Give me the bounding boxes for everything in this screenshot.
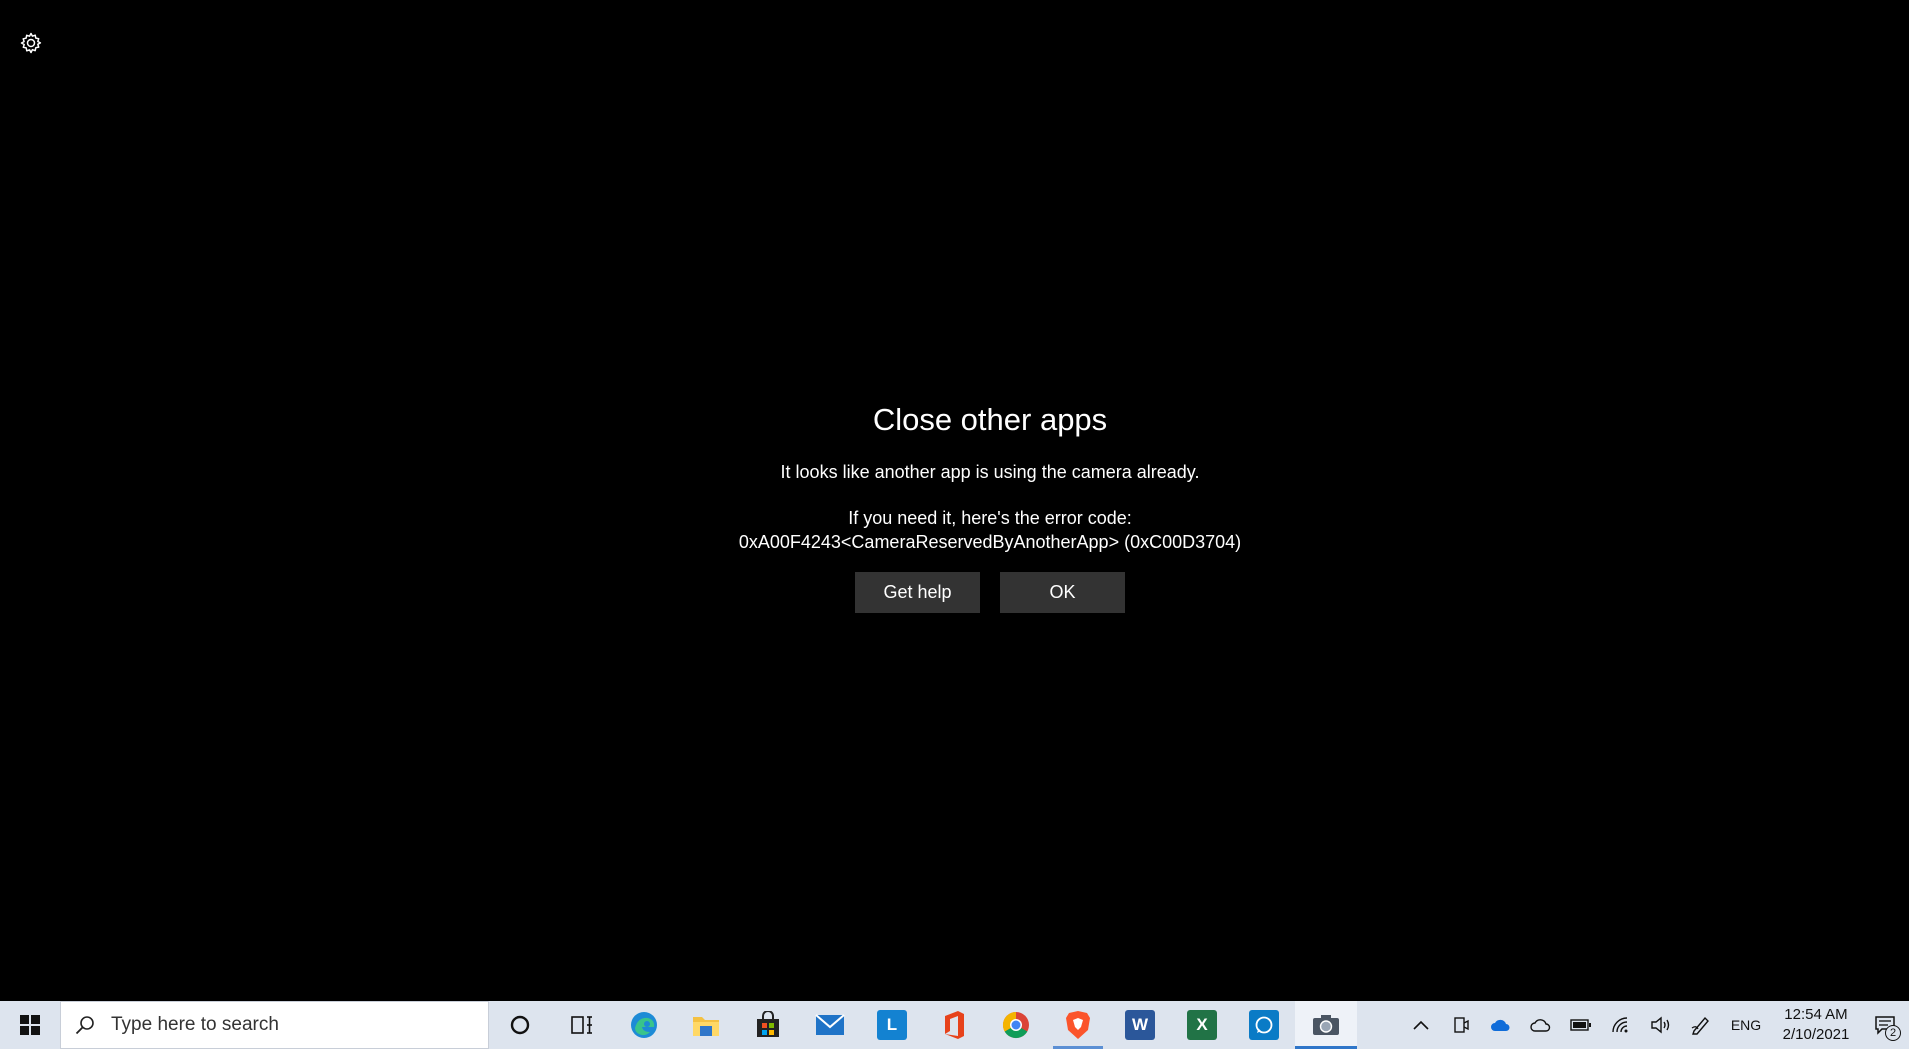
- whatsapp-icon: [1249, 1010, 1279, 1040]
- taskbar-search-box[interactable]: [60, 1001, 489, 1049]
- office-icon: [945, 1011, 964, 1039]
- store-icon: [757, 1011, 779, 1037]
- taskbar: L W X: [0, 1001, 1909, 1049]
- task-view-icon: [571, 1016, 592, 1034]
- folder-icon: [693, 1017, 719, 1036]
- clock-time: 12:54 AM: [1784, 1006, 1848, 1023]
- system-tray: ENG 12:54 AM 2/10/2021 2: [1401, 1001, 1909, 1049]
- cloud-outline-icon: [1530, 1019, 1551, 1032]
- battery-icon: [1570, 1019, 1591, 1031]
- onedrive-button[interactable]: [1481, 1001, 1521, 1049]
- onedrive-cloud-icon: [1491, 1019, 1510, 1031]
- video-call-icon: [1454, 1017, 1469, 1033]
- dialog-buttons: Get help OK: [0, 572, 1909, 613]
- task-view-button[interactable]: [551, 1001, 613, 1049]
- volume-button[interactable]: [1641, 1001, 1681, 1049]
- search-icon: [61, 1014, 109, 1036]
- error-code-intro: If you need it, here's the error code:: [848, 508, 1132, 528]
- file-explorer-app[interactable]: [675, 1001, 737, 1049]
- language-indicator[interactable]: ENG: [1721, 1001, 1771, 1049]
- chevron-up-icon: [1413, 1020, 1429, 1030]
- clock[interactable]: 12:54 AM 2/10/2021: [1771, 1001, 1861, 1049]
- settings-button[interactable]: [16, 28, 46, 58]
- cortana-button[interactable]: [489, 1001, 551, 1049]
- camera-icon: [1313, 1015, 1339, 1035]
- excel-app[interactable]: X: [1171, 1001, 1233, 1049]
- whatsapp-app[interactable]: [1233, 1001, 1295, 1049]
- windows-logo-icon: [20, 1015, 40, 1035]
- edge-icon: [631, 1012, 657, 1038]
- camera-app[interactable]: [1295, 1001, 1357, 1049]
- battery-button[interactable]: [1561, 1001, 1601, 1049]
- get-help-button[interactable]: Get help: [855, 572, 980, 613]
- camera-app-window: Close other apps It looks like another a…: [0, 0, 1909, 1000]
- search-input[interactable]: [109, 1013, 473, 1037]
- brave-app[interactable]: [1047, 1001, 1109, 1049]
- speaker-icon: [1651, 1016, 1670, 1034]
- pen-workspace-button[interactable]: [1681, 1001, 1721, 1049]
- notification-count-badge: 2: [1885, 1025, 1901, 1041]
- lens-app[interactable]: L: [861, 1001, 923, 1049]
- start-button[interactable]: [0, 1001, 60, 1049]
- taskbar-apps: L W X: [489, 1001, 1357, 1049]
- excel-icon: X: [1187, 1010, 1217, 1040]
- chrome-app[interactable]: [985, 1001, 1047, 1049]
- error-code: 0xA00F4243<CameraReservedByAnotherApp> (…: [738, 532, 1242, 552]
- dialog-message: It looks like another app is using the c…: [780, 462, 1200, 482]
- mail-icon: [815, 1014, 845, 1035]
- store-app[interactable]: [737, 1001, 799, 1049]
- word-app[interactable]: W: [1109, 1001, 1171, 1049]
- error-dialog: Close other apps It looks like another a…: [0, 398, 1909, 613]
- network-button[interactable]: [1601, 1001, 1641, 1049]
- meet-now-button[interactable]: [1441, 1001, 1481, 1049]
- wifi-icon: [1612, 1017, 1628, 1033]
- lens-icon: L: [877, 1010, 907, 1040]
- dialog-title: Close other apps: [872, 402, 1108, 437]
- show-hidden-icons-button[interactable]: [1401, 1001, 1441, 1049]
- brave-icon: [1066, 1011, 1090, 1039]
- gear-icon: [20, 32, 42, 54]
- pen-icon: [1691, 1016, 1709, 1035]
- ok-button[interactable]: OK: [1000, 572, 1125, 613]
- action-center-button[interactable]: 2: [1861, 1001, 1909, 1049]
- office-app[interactable]: [923, 1001, 985, 1049]
- onedrive-personal-button[interactable]: [1521, 1001, 1561, 1049]
- chrome-icon: [1002, 1011, 1029, 1039]
- word-icon: W: [1125, 1010, 1155, 1040]
- clock-date: 2/10/2021: [1782, 1026, 1850, 1043]
- circle-icon: [510, 1015, 530, 1035]
- edge-app[interactable]: [613, 1001, 675, 1049]
- mail-app[interactable]: [799, 1001, 861, 1049]
